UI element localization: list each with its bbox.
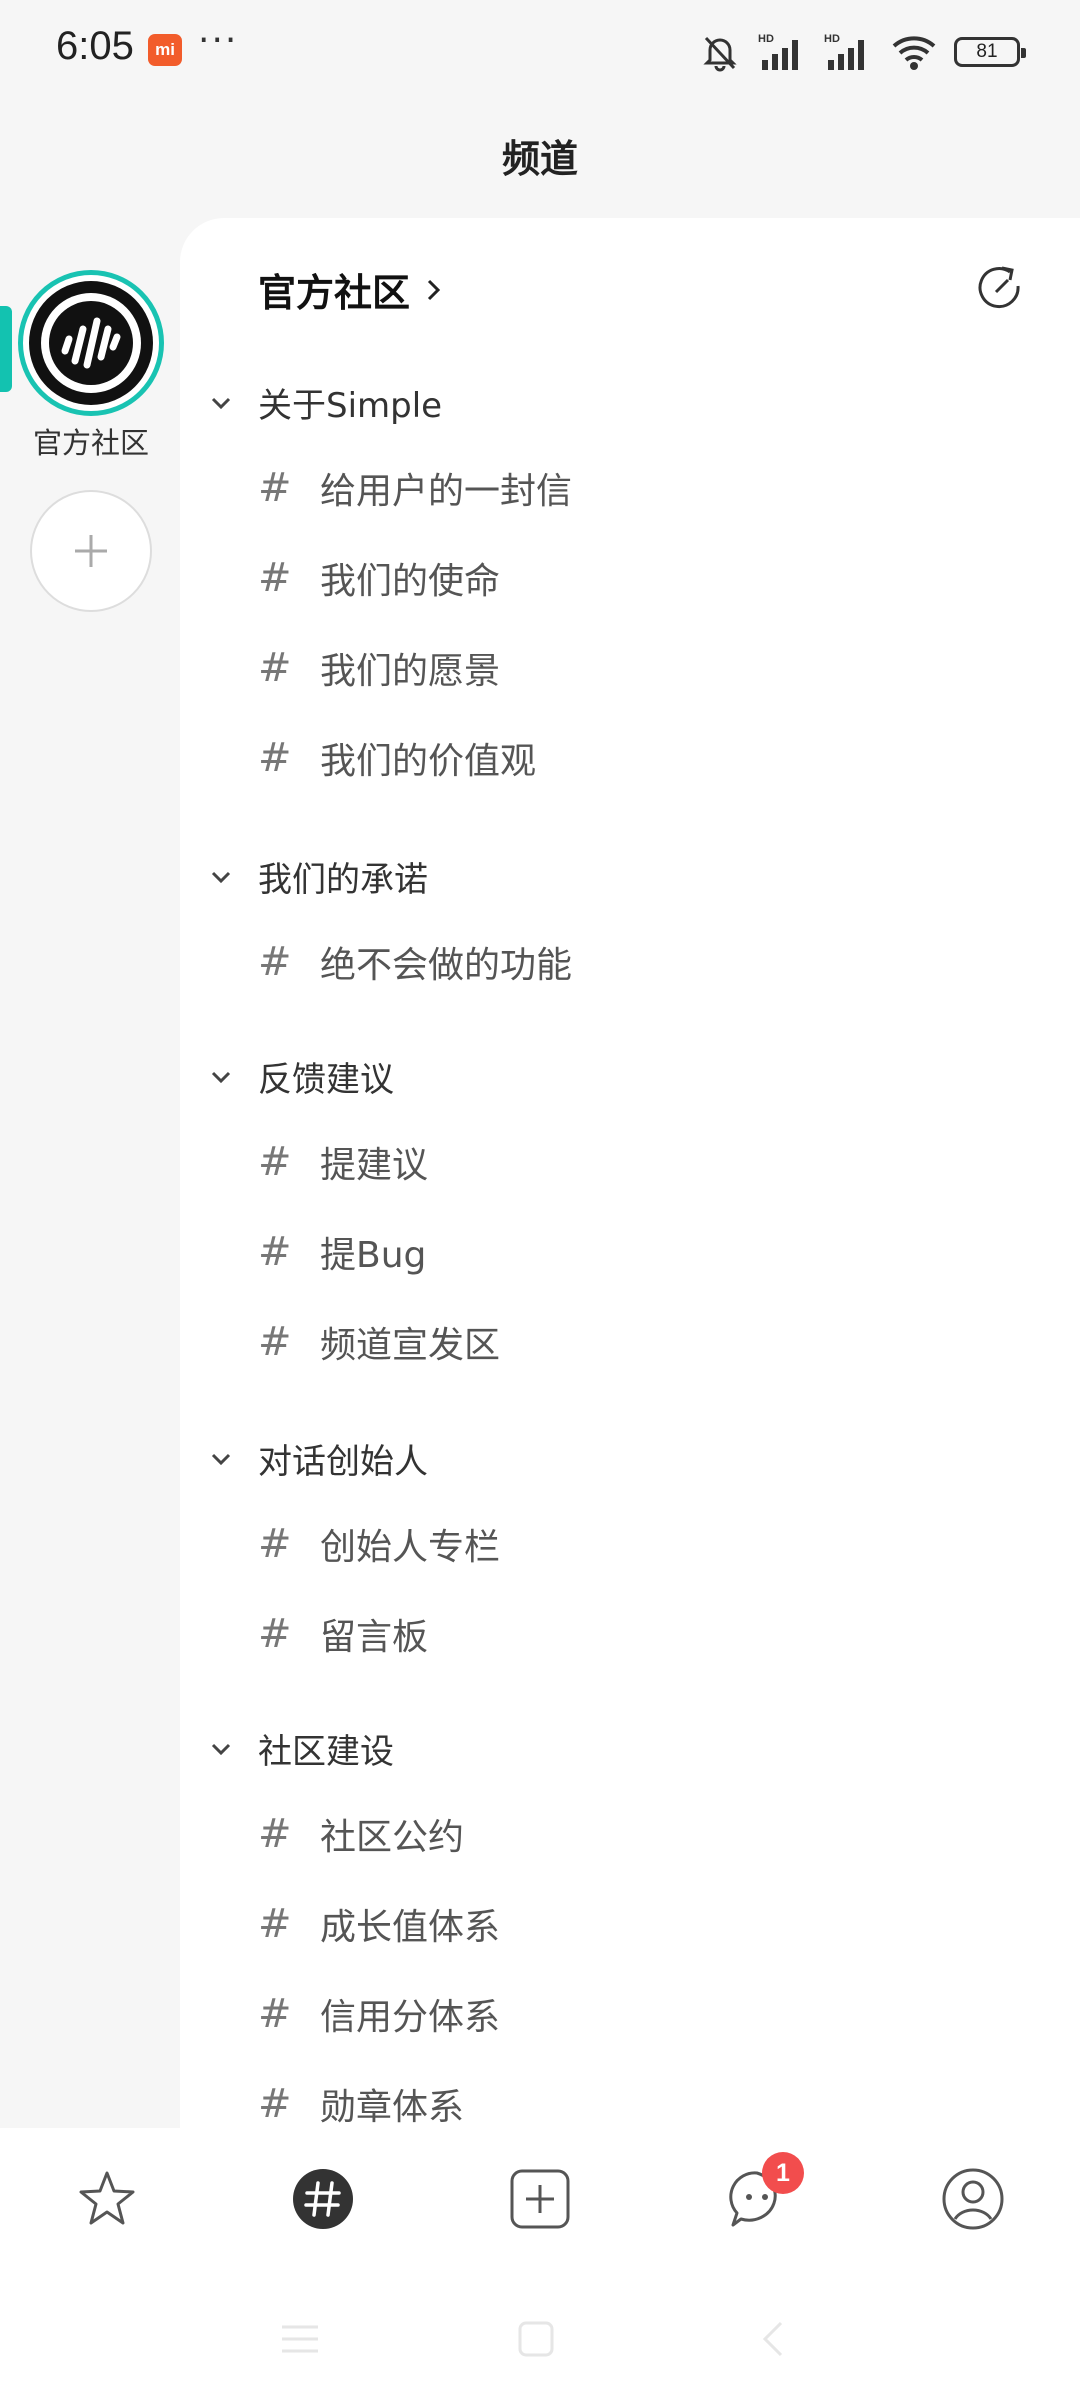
category-community[interactable]: 社区建设 xyxy=(208,1724,394,1773)
status-time: 6:05 xyxy=(56,24,134,68)
hash-icon: # xyxy=(258,1811,292,1857)
channel-label: 提建议 xyxy=(320,1145,429,1186)
refresh-icon[interactable] xyxy=(972,260,1028,316)
hash-icon: # xyxy=(258,1139,292,1185)
chevron-down-icon xyxy=(211,1071,231,1083)
hash-icon: # xyxy=(258,939,292,985)
channel-item[interactable]: # 我们的价值观 xyxy=(258,732,536,784)
hash-icon: # xyxy=(258,1901,292,1947)
channel-label: 创始人专栏 xyxy=(320,1527,501,1568)
page-title: 频道 xyxy=(501,137,578,181)
more-notifications-icon: ··· xyxy=(198,20,239,61)
unread-badge: 1 xyxy=(762,2152,804,2194)
category-label: 我们的承诺 xyxy=(258,860,428,900)
chevron-down-icon xyxy=(211,871,231,883)
selected-server-indicator xyxy=(0,306,12,392)
channel-label: 我们的愿景 xyxy=(320,651,501,692)
channel-label: 勋章体系 xyxy=(320,2087,465,2128)
channel-label: 绝不会做的功能 xyxy=(320,945,573,986)
channel-label: 给用户的一封信 xyxy=(320,471,573,512)
hash-icon: # xyxy=(258,1991,292,2037)
hash-icon: # xyxy=(258,1229,292,1275)
channel-label: 留言板 xyxy=(320,1617,429,1658)
chevron-down-icon xyxy=(211,1453,231,1465)
channel-label: 社区公约 xyxy=(320,1817,465,1858)
hash-icon: # xyxy=(258,1611,292,1657)
chevron-down-icon xyxy=(211,397,231,409)
svg-text:HD: HD xyxy=(758,33,774,45)
server-avatar-official[interactable] xyxy=(18,270,164,416)
nav-profile[interactable] xyxy=(928,2154,1018,2244)
chevron-right-icon xyxy=(427,279,441,300)
hd-signal-icon: HD xyxy=(824,33,864,70)
category-feedback[interactable]: 反馈建议 xyxy=(208,1052,394,1101)
category-about-simple[interactable]: 关于Simple xyxy=(208,378,442,427)
nav-channels[interactable] xyxy=(278,2154,368,2244)
server-label: 官方社区 xyxy=(32,426,149,460)
category-label: 对话创始人 xyxy=(258,1442,428,1482)
home-icon[interactable] xyxy=(506,2314,566,2364)
channel-item[interactable]: # 给用户的一封信 xyxy=(258,462,572,514)
channel-label: 我们的价值观 xyxy=(320,741,537,782)
profile-icon xyxy=(942,2168,1004,2230)
server-title: 官方社区 xyxy=(258,271,411,315)
channel-label: 信用分体系 xyxy=(320,1997,501,2038)
nav-create[interactable] xyxy=(495,2154,585,2244)
menu-icon[interactable] xyxy=(270,2314,330,2364)
channel-label: 提Bug xyxy=(320,1235,427,1276)
channel-item[interactable]: # 提建议 xyxy=(258,1136,428,1188)
mi-notification-icon: mi xyxy=(148,34,182,66)
channel-label: 频道宣发区 xyxy=(320,1325,501,1366)
channel-label: 成长值体系 xyxy=(320,1907,501,1948)
wifi-icon xyxy=(892,36,936,70)
svg-text:HD: HD xyxy=(824,33,840,45)
status-icons: HD HD 81 xyxy=(698,30,1026,74)
add-server-button[interactable] xyxy=(30,490,152,612)
channel-item[interactable]: # 创始人专栏 xyxy=(258,1518,500,1570)
system-navigation xyxy=(0,2300,1080,2380)
category-label: 社区建设 xyxy=(258,1732,394,1772)
server-title-link[interactable]: 官方社区 xyxy=(258,262,444,317)
nav-favorites[interactable] xyxy=(62,2154,152,2244)
star-icon xyxy=(79,2171,135,2225)
add-square-icon xyxy=(510,2169,570,2229)
hash-icon xyxy=(293,2169,353,2229)
channel-item[interactable]: # 我们的愿景 xyxy=(258,642,500,694)
back-icon[interactable] xyxy=(744,2314,804,2364)
hd-signal-icon: HD xyxy=(758,33,798,70)
channel-item[interactable]: # 勋章体系 xyxy=(258,2078,464,2128)
plus-icon xyxy=(75,535,107,567)
category-label: 关于Simple xyxy=(258,386,443,426)
hash-icon: # xyxy=(258,1319,292,1365)
category-label: 反馈建议 xyxy=(258,1060,394,1100)
hash-icon: # xyxy=(258,645,292,691)
channel-item[interactable]: # 提Bug xyxy=(258,1226,426,1278)
channel-label: 我们的使命 xyxy=(320,561,501,602)
channel-panel: 官方社区 关于Simple # 给用户的一封信 # 我们的使命 # 我们的愿景 # 我们… xyxy=(180,218,1080,2128)
hash-icon: # xyxy=(258,1521,292,1567)
category-our-promise[interactable]: 我们的承诺 xyxy=(208,852,428,901)
nav-messages[interactable]: 1 xyxy=(712,2152,804,2244)
channel-item[interactable]: # 我们的使命 xyxy=(258,552,500,604)
category-talk-founder[interactable]: 对话创始人 xyxy=(208,1434,428,1483)
channel-item[interactable]: # 留言板 xyxy=(258,1608,428,1660)
channel-item[interactable]: # 成长值体系 xyxy=(258,1898,500,1950)
channel-item[interactable]: # 绝不会做的功能 xyxy=(258,936,572,988)
channel-item[interactable]: # 频道宣发区 xyxy=(258,1316,500,1368)
chevron-down-icon xyxy=(211,1743,231,1755)
battery-icon: 81 xyxy=(954,37,1026,67)
hash-icon: # xyxy=(258,735,292,781)
hash-icon: # xyxy=(258,465,292,511)
hash-icon: # xyxy=(258,2081,292,2127)
channel-item[interactable]: # 社区公约 xyxy=(258,1808,464,1860)
hash-icon: # xyxy=(258,555,292,601)
bell-off-icon xyxy=(703,36,737,72)
channel-item[interactable]: # 信用分体系 xyxy=(258,1988,500,2040)
waveform-logo-icon xyxy=(41,293,141,393)
status-bar: 6:05 mi ··· HD HD 81 xyxy=(0,0,1080,100)
